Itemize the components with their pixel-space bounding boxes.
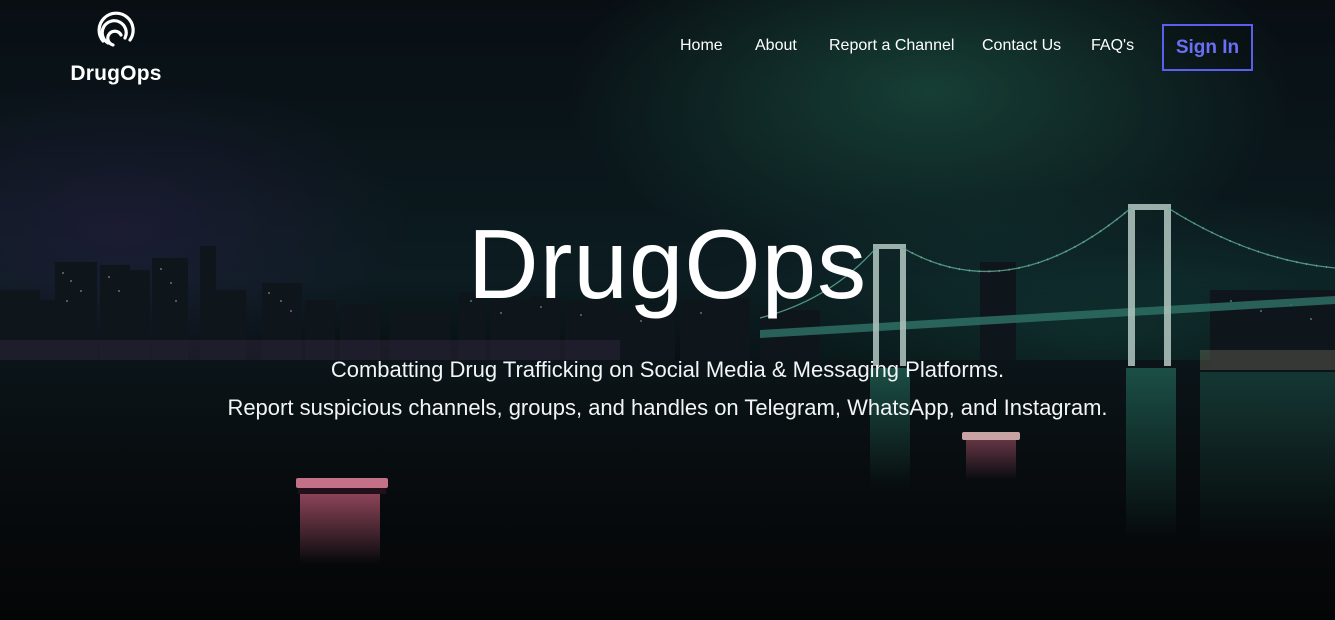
fingerprint-logo-icon (97, 11, 135, 47)
hero-tagline-primary: Combatting Drug Trafficking on Social Me… (330, 357, 1005, 382)
brand-name: DrugOps (70, 62, 162, 85)
nav-item-home[interactable]: Home (680, 37, 723, 55)
brand-logo[interactable]: DrugOps (62, 8, 170, 86)
sign-in-button[interactable]: Sign In (1162, 24, 1253, 71)
nav-item-report-channel[interactable]: Report a Channel (829, 37, 954, 55)
hero-title: DrugOps (467, 209, 868, 319)
hero-tagline-secondary: Report suspicious channels, groups, and … (227, 395, 1108, 420)
top-navbar: DrugOps Home About Report a Channel Cont… (0, 0, 1335, 100)
nav-item-contact[interactable]: Contact Us (982, 37, 1061, 55)
hero-section: DrugOps Home About Report a Channel Cont… (0, 0, 1335, 620)
nav-item-faq[interactable]: FAQ's (1091, 37, 1134, 55)
nav-item-about[interactable]: About (755, 37, 797, 55)
